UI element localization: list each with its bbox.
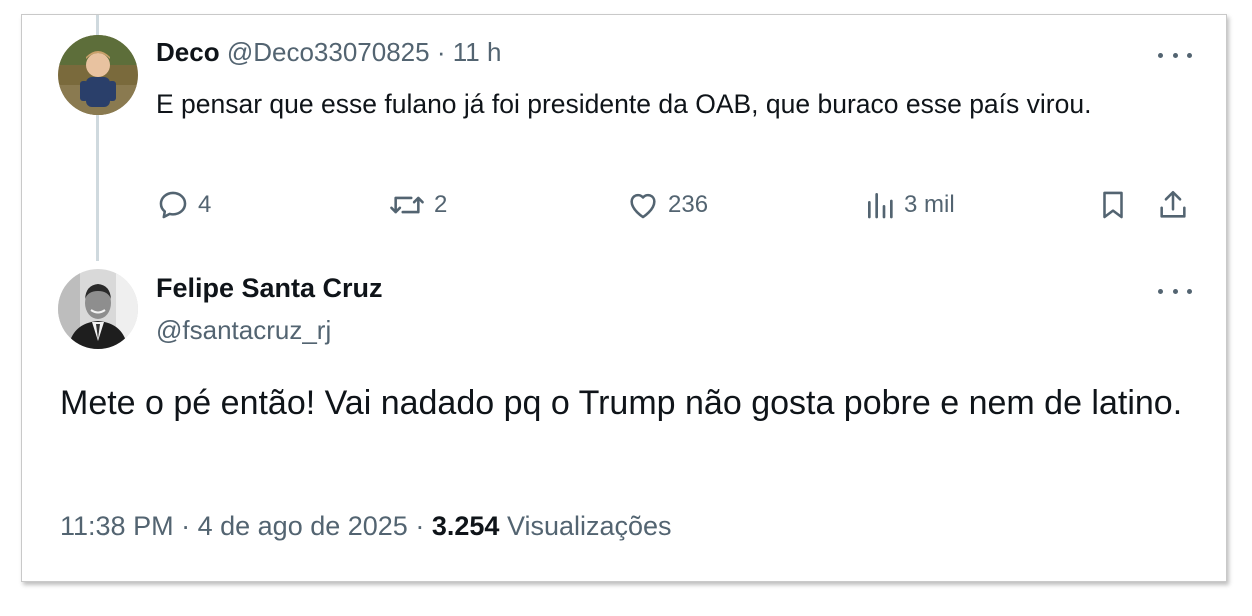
analytics-icon (868, 193, 893, 219)
tweet-date[interactable]: 4 de ago de 2025 (198, 511, 408, 541)
reply-icon (159, 191, 187, 219)
main-author-handle[interactable]: @fsantacruz_rj (156, 315, 331, 346)
reply-count: 4 (198, 191, 212, 218)
reply-timestamp[interactable]: 11 h (453, 37, 502, 67)
heart-icon (630, 193, 656, 219)
reply-author-handle[interactable]: @Deco33070825 (227, 37, 430, 67)
tweet-card: Deco @Deco33070825 · 11 h E pensar que e… (21, 14, 1227, 582)
views-label: Visualizações (506, 511, 672, 541)
main-author-name[interactable]: Felipe Santa Cruz (156, 273, 383, 304)
main-more-icon[interactable] (1158, 281, 1192, 301)
reply-button[interactable]: 4 (156, 185, 211, 225)
repost-icon (390, 196, 424, 214)
reply-more-icon[interactable] (1158, 45, 1192, 65)
bookmark-button[interactable] (1096, 185, 1130, 225)
reply-header: Deco @Deco33070825 · 11 h (156, 37, 501, 68)
reply-text: E pensar que esse fulano já foi presiden… (156, 89, 1092, 119)
repost-count: 2 (434, 191, 448, 218)
views-button[interactable]: 3 mil (864, 185, 955, 225)
bookmark-icon (1103, 191, 1123, 219)
reply-separator: · (436, 37, 446, 67)
main-avatar[interactable] (58, 269, 138, 349)
share-icon (1160, 190, 1186, 218)
like-button[interactable]: 236 (626, 185, 708, 225)
reply-avatar[interactable] (58, 35, 138, 115)
meta-separator-2: · (415, 511, 425, 541)
share-button[interactable] (1156, 185, 1190, 225)
views-count: 3 mil (904, 191, 955, 218)
tweet-meta: 11:38 PM · 4 de ago de 2025 · 3.254 Visu… (60, 511, 672, 542)
views-total: 3.254 (431, 511, 500, 541)
reply-author-name[interactable]: Deco (156, 37, 220, 67)
like-count: 236 (668, 191, 709, 218)
meta-separator-1: · (181, 511, 191, 541)
main-tweet-text: Mete o pé então! Vai nadado pq o Trump n… (60, 384, 1183, 422)
tweet-time[interactable]: 11:38 PM (60, 511, 174, 541)
repost-button[interactable]: 2 (388, 185, 447, 225)
